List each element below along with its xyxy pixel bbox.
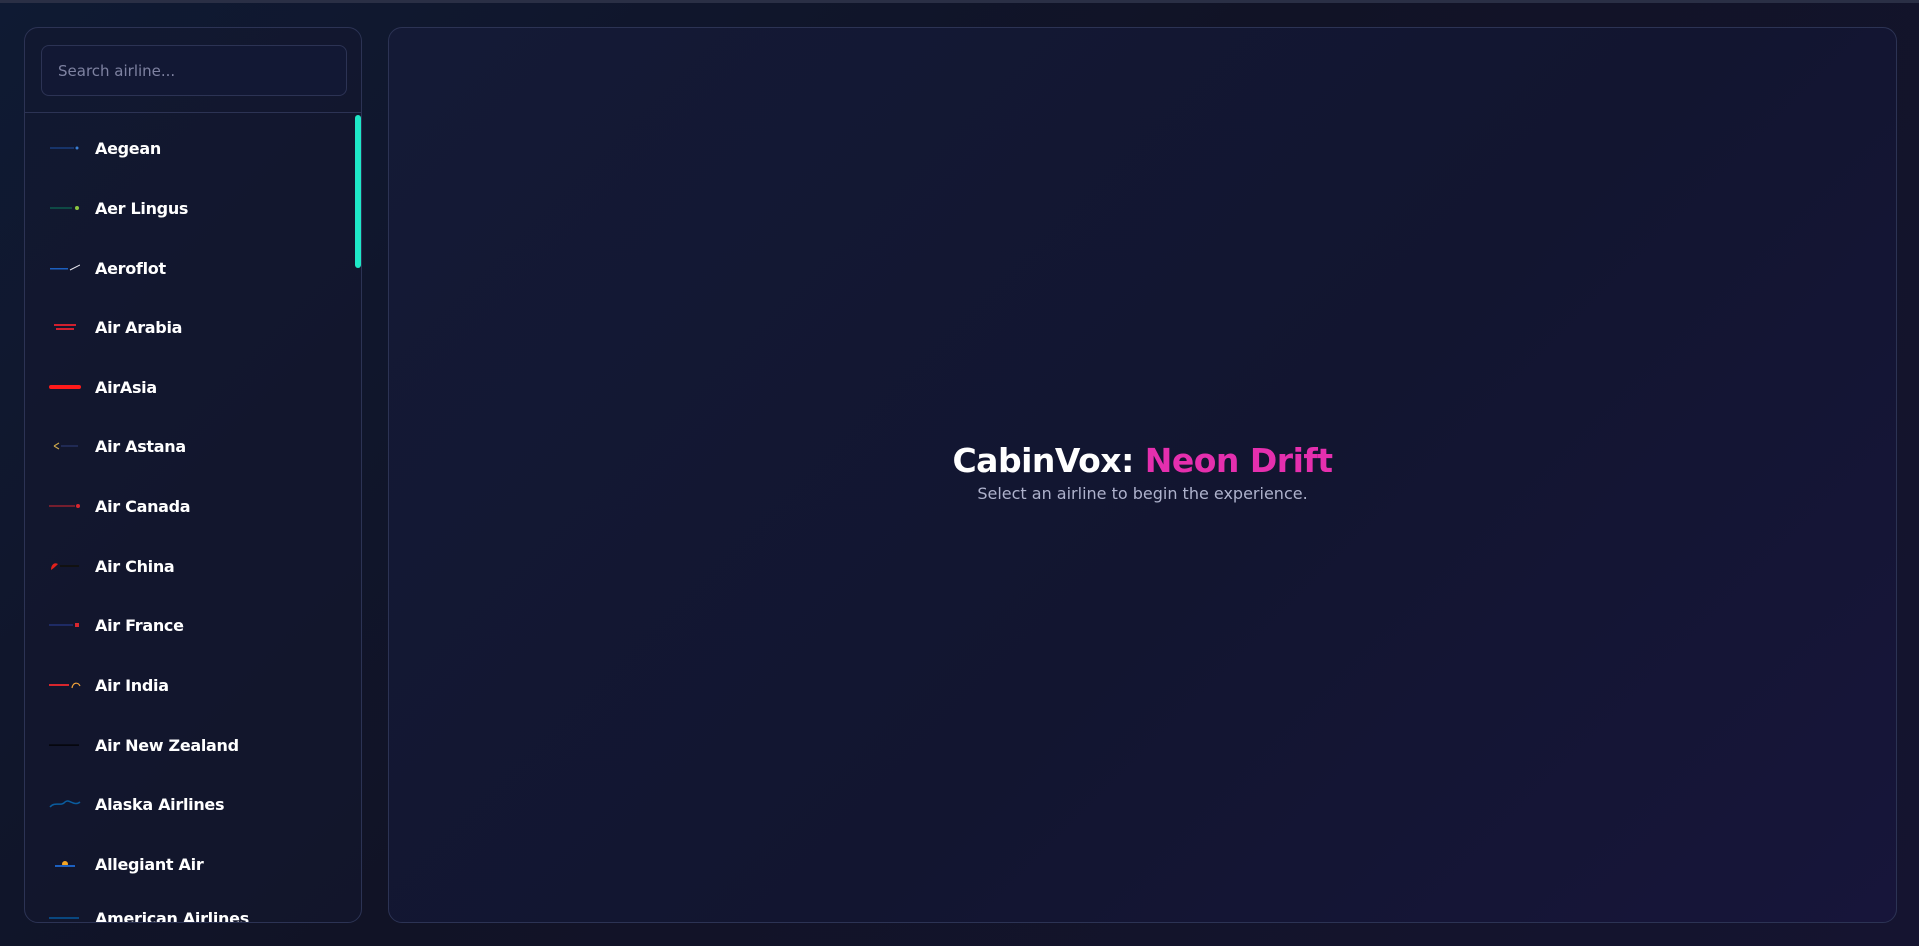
american-airlines-logo-icon [47,911,83,922]
aegean-logo-icon [47,141,83,155]
airline-item-air-france[interactable]: Air France [25,600,355,650]
airline-search-input[interactable] [41,45,347,96]
air-arabia-logo-icon [47,320,83,334]
airline-item-air-china[interactable]: Air China [25,541,355,591]
air-china-logo-icon [47,559,83,573]
air-new-zealand-logo-icon [47,738,83,752]
air-astana-logo-icon [47,439,83,453]
air-france-logo-icon [47,618,83,632]
airline-item-label: Air France [95,615,184,635]
list-scrollbar-thumb[interactable] [355,115,361,268]
search-container [25,28,361,113]
allegiant-air-logo-icon [47,857,83,871]
airline-item-allegiant-air[interactable]: Allegiant Air [25,839,355,889]
airline-item-label: Air New Zealand [95,735,239,755]
airline-item-air-arabia[interactable]: Air Arabia [25,302,355,352]
airline-item-label: Allegiant Air [95,854,204,874]
airline-list[interactable]: Aegean Aer Lingus Aeroflot Air Arabia Ai [25,113,361,923]
welcome-hero: CabinVox: Neon Drift Select an airline t… [389,441,1896,504]
airline-item-label: Air Astana [95,436,186,456]
airline-item-air-india[interactable]: Air India [25,660,355,710]
airline-item-label: AirAsia [95,377,157,397]
window-top-border [0,0,1919,3]
airline-item-aeroflot[interactable]: Aeroflot [25,243,355,293]
airline-item-label: Alaska Airlines [95,794,225,814]
airasia-logo-icon [47,380,83,394]
airline-item-aer-lingus[interactable]: Aer Lingus [25,183,355,233]
airline-item-air-new-zealand[interactable]: Air New Zealand [25,720,355,770]
aer-lingus-logo-icon [47,201,83,215]
airline-item-label: Aer Lingus [95,198,189,218]
airline-item-label: Air India [95,675,169,695]
experience-panel: CabinVox: Neon Drift Select an airline t… [388,27,1897,923]
airline-item-alaska-airlines[interactable]: Alaska Airlines [25,779,355,829]
airline-sidebar: Aegean Aer Lingus Aeroflot Air Arabia Ai [24,27,362,923]
airline-item-label: Air China [95,556,175,576]
airline-item-air-canada[interactable]: Air Canada [25,481,355,531]
air-india-logo-icon [47,678,83,692]
page-title: CabinVox: Neon Drift [389,441,1896,481]
airline-item-label: Aegean [95,138,161,158]
title-prefix: CabinVox: [952,441,1145,480]
alaska-airlines-logo-icon [47,797,83,811]
airline-item-aegean[interactable]: Aegean [25,123,355,173]
aeroflot-logo-icon [47,261,83,275]
airline-item-label: Aeroflot [95,258,166,278]
airline-item-american-airlines[interactable]: American Airlines [25,893,355,923]
airline-item-air-astana[interactable]: Air Astana [25,421,355,471]
airline-item-label: Air Canada [95,496,191,516]
air-canada-logo-icon [47,499,83,513]
airline-item-airasia[interactable]: AirAsia [25,362,355,412]
airline-item-label: Air Arabia [95,317,183,337]
title-accent: Neon Drift [1144,441,1333,480]
page-subtitle: Select an airline to begin the experienc… [977,484,1308,503]
airline-item-label: American Airlines [95,908,249,923]
